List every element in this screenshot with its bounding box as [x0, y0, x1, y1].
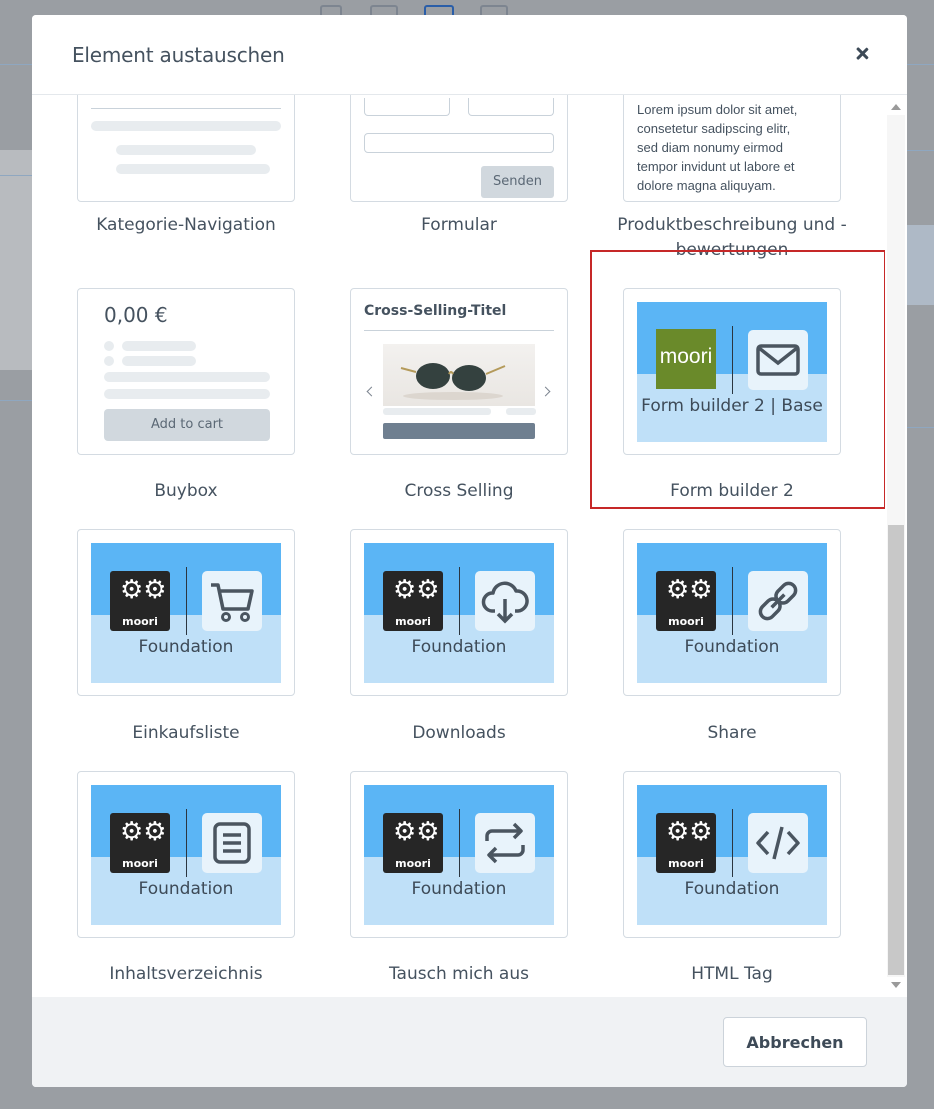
- modal-title: Element austauschen: [72, 43, 285, 67]
- cancel-button[interactable]: Abbrechen: [723, 1017, 867, 1067]
- element-card-produktbeschreibung[interactable]: Lorem ipsum dolor sit amet, consetetur s…: [623, 95, 841, 202]
- element-card-inhaltsverzeichnis[interactable]: ⚙⚙ moori Foundation: [77, 771, 295, 938]
- moori-logo: ⚙⚙ moori: [656, 571, 716, 631]
- link-icon: [748, 571, 808, 631]
- swap-icon: [475, 813, 535, 873]
- close-icon[interactable]: [851, 43, 873, 65]
- element-card-einkaufsliste[interactable]: ⚙⚙ moori Foundation: [77, 529, 295, 696]
- lorem-line: Lorem ipsum dolor sit amet,: [637, 102, 798, 117]
- moori-logo-text: moori: [122, 615, 158, 628]
- thumbnail-caption: Foundation: [411, 879, 507, 899]
- element-grid: Kategorie-Navigation Senden Formular Lor…: [32, 95, 907, 997]
- moori-logo: ⚙⚙ moori: [110, 571, 170, 631]
- moori-logo-text: moori: [668, 857, 704, 870]
- moori-logo: ⚙⚙ moori: [383, 813, 443, 873]
- document-icon: [202, 813, 262, 873]
- lorem-line: consetetur sadipscing elitr,: [637, 121, 791, 136]
- moori-logo: ⚙⚙ moori: [383, 571, 443, 631]
- gears-icon: ⚙⚙: [120, 575, 167, 605]
- scroll-thumb[interactable]: [888, 525, 904, 975]
- element-card-downloads[interactable]: ⚙⚙ moori Foundation: [350, 529, 568, 696]
- gears-icon: ⚙⚙: [120, 817, 167, 847]
- element-card-html-tag[interactable]: ⚙⚙ moori Foundation: [623, 771, 841, 938]
- element-label: Formular: [421, 215, 497, 235]
- product-image: [383, 344, 535, 406]
- price-text: 0,00 €: [104, 303, 168, 327]
- modal-header: Element austauschen: [32, 15, 907, 95]
- gears-icon: ⚙⚙: [393, 817, 440, 847]
- scroll-up-arrow-icon[interactable]: [891, 104, 901, 110]
- element-thumbnail: ⚙⚙ moori Foundation: [91, 785, 281, 925]
- moori-logo-text: moori: [395, 615, 431, 628]
- gears-icon: ⚙⚙: [666, 817, 713, 847]
- add-to-cart-preview: Add to cart: [104, 409, 270, 441]
- moori-logo-text: moori: [668, 615, 704, 628]
- element-thumbnail: ⚙⚙ moori Foundation: [91, 543, 281, 683]
- element-label: Inhaltsverzeichnis: [109, 964, 263, 984]
- cross-selling-title-preview: Cross-Selling-Titel: [364, 303, 507, 319]
- thumbnail-caption: Foundation: [138, 637, 234, 657]
- gears-icon: ⚙⚙: [393, 575, 440, 605]
- moori-logo: ⚙⚙ moori: [110, 813, 170, 873]
- gears-icon: ⚙⚙: [666, 575, 713, 605]
- moori-logo-text: moori: [122, 857, 158, 870]
- element-card-kategorie-navigation[interactable]: [77, 95, 295, 202]
- element-label: Tausch mich aus: [388, 964, 529, 984]
- element-card-share[interactable]: ⚙⚙ moori Foundation: [623, 529, 841, 696]
- element-label: Downloads: [412, 723, 506, 743]
- thumbnail-caption: Foundation: [684, 637, 780, 657]
- code-icon: [748, 813, 808, 873]
- element-card-buybox[interactable]: 0,00 € Add to cart: [77, 288, 295, 455]
- thumbnail-caption: Foundation: [138, 879, 234, 899]
- element-card-formular[interactable]: Senden: [350, 95, 568, 202]
- element-card-tausch-mich-aus[interactable]: ⚙⚙ moori Foundation: [350, 771, 568, 938]
- element-thumbnail: ⚙⚙ moori Foundation: [637, 785, 827, 925]
- cart-icon: [202, 571, 262, 631]
- lorem-line: sed diam nonumy eirmod: [637, 140, 783, 155]
- element-label: Kategorie-Navigation: [96, 215, 276, 235]
- modal-footer: Abbrechen: [32, 997, 907, 1087]
- element-card-cross-selling[interactable]: Cross-Selling-Titel: [350, 288, 568, 455]
- swap-element-modal: Element austauschen Kategorie-Navigation…: [32, 15, 907, 1087]
- thumbnail-caption: Foundation: [411, 637, 507, 657]
- element-label: Share: [707, 723, 757, 743]
- element-label: Cross Selling: [404, 481, 514, 501]
- moori-logo: ⚙⚙ moori: [656, 813, 716, 873]
- element-label: HTML Tag: [691, 964, 773, 984]
- lorem-line: dolore magna aliquyam.: [637, 178, 776, 193]
- chevron-left-icon: [366, 386, 377, 397]
- selection-highlight: [590, 250, 886, 509]
- element-thumbnail: ⚙⚙ moori Foundation: [637, 543, 827, 683]
- lorem-line: tempor invidunt ut labore et: [637, 159, 795, 174]
- submit-button-preview: Senden: [481, 166, 554, 198]
- element-label: Einkaufsliste: [132, 723, 240, 743]
- element-label: Buybox: [154, 481, 218, 501]
- element-thumbnail: ⚙⚙ moori Foundation: [364, 543, 554, 683]
- element-thumbnail: ⚙⚙ moori Foundation: [364, 785, 554, 925]
- label-line: Produktbeschreibung und -: [617, 215, 847, 235]
- scroll-down-arrow-icon[interactable]: [891, 982, 901, 988]
- chevron-right-icon: [540, 386, 551, 397]
- moori-logo-text: moori: [395, 857, 431, 870]
- thumbnail-caption: Foundation: [684, 879, 780, 899]
- cloud-download-icon: [475, 571, 535, 631]
